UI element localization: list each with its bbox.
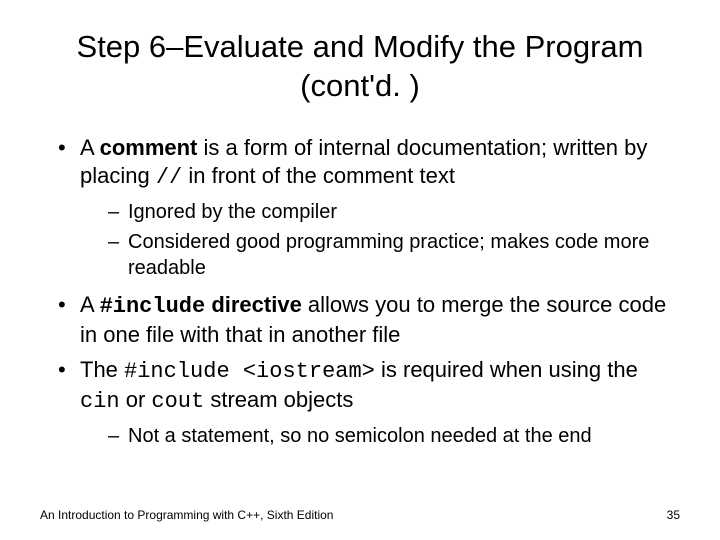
footer-text: An Introduction to Programming with C++,… [40, 508, 333, 522]
slide-title: Step 6–Evaluate and Modify the Program (… [40, 28, 680, 106]
text-run: #include [100, 294, 206, 319]
bullet-item: A comment is a form of internal document… [58, 134, 680, 281]
page-number: 35 [667, 508, 680, 522]
bullet-item: The #include <iostream> is required when… [58, 356, 680, 449]
text-run: // [156, 165, 182, 190]
text-run: comment [100, 135, 198, 160]
text-run: in front of the comment text [182, 163, 455, 188]
bullet-list: A comment is a form of internal document… [40, 134, 680, 450]
text-run: Considered good programming practice; ma… [128, 231, 649, 279]
sub-bullet-list: Ignored by the compiler Considered good p… [80, 199, 680, 281]
sub-bullet-list: Not a statement, so no semicolon needed … [80, 423, 680, 449]
text-run: directive [205, 292, 302, 317]
text-run: is required when using the [375, 357, 638, 382]
text-run: Not a statement, so no semicolon needed … [128, 425, 592, 447]
text-run: or [120, 387, 152, 412]
text-run: cout [151, 389, 204, 414]
text-run: cin [80, 389, 120, 414]
footer: An Introduction to Programming with C++,… [40, 508, 680, 522]
sub-bullet-item: Considered good programming practice; ma… [108, 229, 680, 281]
text-run: Ignored by the compiler [128, 201, 337, 223]
sub-bullet-item: Not a statement, so no semicolon needed … [108, 423, 680, 449]
slide: Step 6–Evaluate and Modify the Program (… [0, 0, 720, 540]
text-run: #include <iostream> [124, 359, 375, 384]
sub-bullet-item: Ignored by the compiler [108, 199, 680, 225]
text-run: A [80, 135, 100, 160]
text-run: The [80, 357, 124, 382]
text-run: A [80, 292, 100, 317]
bullet-item: A #include directive allows you to merge… [58, 291, 680, 350]
text-run: stream objects [204, 387, 353, 412]
